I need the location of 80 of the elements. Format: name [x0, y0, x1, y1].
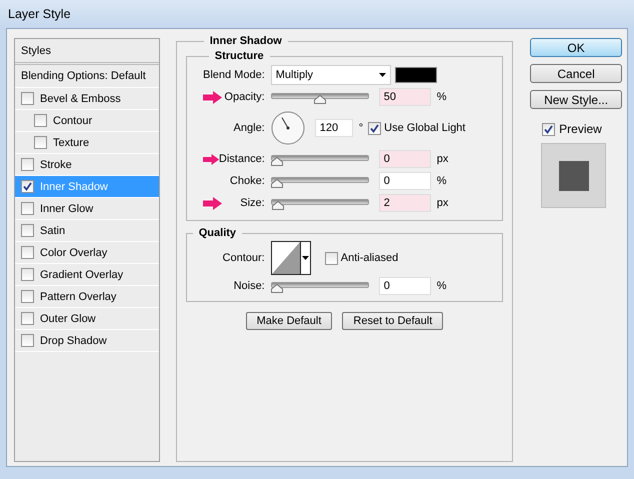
- value-field[interactable]: 0: [378, 172, 431, 190]
- checkbox[interactable]: [324, 252, 338, 264]
- checkbox[interactable]: [21, 92, 34, 105]
- group-title: Structure: [214, 50, 265, 62]
- value-field[interactable]: 0: [378, 150, 431, 168]
- angle-dial[interactable]: [270, 111, 305, 145]
- panel-button[interactable]: Reset to Default: [342, 312, 444, 330]
- slider-thumb[interactable]: [270, 157, 283, 166]
- checkbox[interactable]: [21, 202, 34, 215]
- style-item[interactable]: Pattern Overlay: [15, 286, 159, 308]
- preview-swatch-drawing: [541, 143, 606, 208]
- slider-thumb[interactable]: [314, 95, 326, 104]
- style-item[interactable]: Texture: [15, 132, 159, 154]
- unit-label: %: [436, 91, 447, 103]
- checkbox[interactable]: [368, 122, 382, 134]
- slider-thumb[interactable]: [270, 179, 283, 188]
- unit-label: °: [358, 122, 364, 134]
- arrow-icon: [202, 90, 222, 104]
- slider[interactable]: [270, 196, 369, 210]
- caret-icon: [378, 73, 386, 77]
- slider[interactable]: [270, 90, 369, 104]
- blend-mode-dropdown[interactable]: Multiply: [270, 65, 391, 85]
- dialog-button[interactable]: New Style...: [530, 90, 622, 109]
- contour-curve-icon: [272, 242, 300, 274]
- dialog-button[interactable]: Cancel: [530, 64, 622, 83]
- contour-picker[interactable]: [270, 241, 311, 275]
- window-title: Layer Style: [8, 7, 71, 21]
- field-label: Choke:: [230, 175, 265, 187]
- checkbox[interactable]: [21, 158, 34, 171]
- field-label: Noise:: [234, 280, 265, 292]
- style-item[interactable]: Gradient Overlay: [15, 264, 159, 286]
- caret-icon: [302, 256, 309, 260]
- blending-options-item[interactable]: Blending Options: Default: [15, 65, 159, 88]
- value-field[interactable]: 2: [378, 194, 431, 212]
- slider-thumb[interactable]: [272, 201, 284, 210]
- value-field[interactable]: 0: [378, 277, 431, 295]
- unit-label: px: [436, 197, 448, 209]
- field-label: Distance:: [218, 153, 265, 165]
- checkbox[interactable]: [542, 122, 556, 136]
- style-item[interactable]: Inner Glow: [15, 198, 159, 220]
- style-item[interactable]: Drop Shadow: [15, 330, 159, 352]
- color-swatch[interactable]: [394, 67, 437, 83]
- checkbox[interactable]: [21, 246, 34, 259]
- field-label: Contour:: [222, 252, 265, 264]
- group-title: Inner Shadow: [208, 35, 283, 47]
- checkbox-label: Use Global Light: [384, 122, 466, 134]
- panel-button[interactable]: Make Default: [246, 312, 332, 330]
- group-title: Quality: [198, 227, 238, 239]
- field-label: Opacity:: [224, 91, 265, 103]
- style-item[interactable]: Satin: [15, 220, 159, 242]
- field-label: Blend Mode:: [202, 69, 265, 81]
- dialog-button[interactable]: OK: [530, 38, 622, 57]
- checkbox[interactable]: [21, 268, 34, 281]
- arrow-icon: [202, 152, 219, 166]
- checkbox[interactable]: [21, 312, 34, 325]
- style-item[interactable]: Bevel & Emboss: [15, 88, 159, 110]
- field-label: Angle:: [234, 122, 265, 134]
- field-label: Size:: [240, 197, 265, 209]
- checkbox[interactable]: [21, 290, 34, 303]
- checkbox[interactable]: [34, 136, 47, 149]
- checkbox-label: Anti-aliased: [340, 252, 398, 264]
- arrow-icon: [202, 196, 222, 210]
- unit-label: %: [436, 280, 447, 292]
- slider[interactable]: [270, 279, 369, 293]
- slider[interactable]: [270, 174, 369, 188]
- style-item[interactable]: Contour: [15, 110, 159, 132]
- unit-label: px: [436, 153, 448, 165]
- value-field[interactable]: 50: [378, 88, 431, 106]
- slider-thumb[interactable]: [270, 284, 283, 293]
- checkbox[interactable]: [21, 180, 34, 193]
- angle-field[interactable]: 120: [314, 119, 353, 137]
- slider[interactable]: [270, 152, 369, 166]
- style-item[interactable]: Outer Glow: [15, 308, 159, 330]
- checkbox[interactable]: [21, 224, 34, 237]
- styles-header[interactable]: Styles: [15, 39, 159, 65]
- unit-label: %: [436, 175, 447, 187]
- checkbox[interactable]: [21, 334, 34, 347]
- style-item[interactable]: Color Overlay: [15, 242, 159, 264]
- checkbox-label: Preview: [559, 122, 602, 136]
- checkbox[interactable]: [34, 114, 47, 127]
